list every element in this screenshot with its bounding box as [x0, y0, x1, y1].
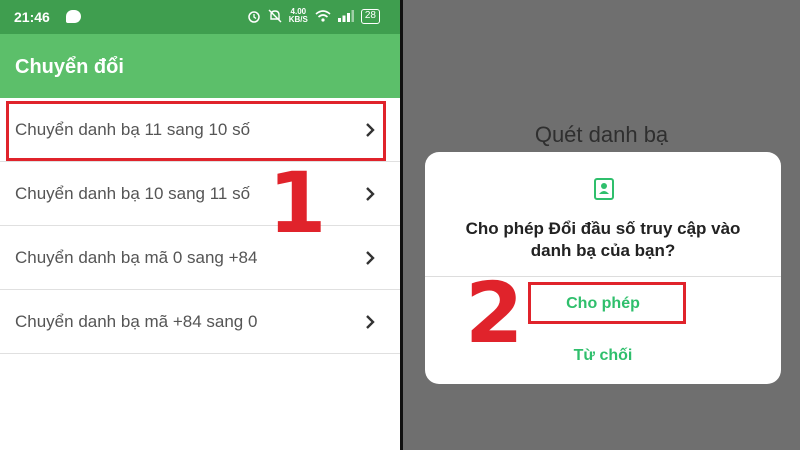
list-item-label: Chuyển danh bạ 10 sang 11 số: [15, 184, 251, 203]
status-icons: 4.00 KB/S 28: [247, 8, 380, 24]
list-item-84-to-0[interactable]: Chuyển danh bạ mã +84 sang 0: [0, 290, 400, 354]
status-bar: 21:46 4.00 KB/S 28: [0, 0, 400, 34]
battery-indicator: 28: [360, 8, 380, 24]
background-screen-title: Quét danh bạ: [534, 122, 669, 147]
permission-message: Cho phép Đổi đầu số truy cập vào danh bạ…: [465, 219, 741, 260]
signal-icon: [337, 10, 354, 22]
list-item-label: Chuyển danh bạ mã +84 sang 0: [15, 312, 258, 331]
step-2-highlight: [528, 282, 686, 324]
chevron-right-icon: [366, 315, 375, 329]
network-speed-unit: KB/S: [288, 15, 308, 24]
contacts-icon: [594, 178, 614, 200]
step-1-highlight: [6, 101, 386, 161]
list-item-0-to-84[interactable]: Chuyển danh bạ mã 0 sang +84: [0, 226, 400, 290]
line-app-icon: [66, 10, 81, 23]
left-screen: 21:46 4.00 KB/S 28 Chuyển đổi Chuyển dan…: [0, 0, 400, 450]
page-title: Chuyển đổi: [15, 56, 124, 78]
wifi-icon: [315, 10, 331, 22]
step-1-number: 1: [268, 154, 327, 252]
list-item-label: Chuyển danh bạ mã 0 sang +84: [15, 248, 258, 267]
step-2-number: 2: [465, 264, 524, 362]
chevron-right-icon: [366, 187, 375, 201]
alarm-icon: [248, 11, 260, 23]
right-screen: Quét danh bạ Cho phép Đổi đầu số truy cậ…: [403, 0, 800, 450]
mute-icon: [268, 9, 282, 23]
status-time: 21:46: [14, 9, 50, 25]
app-bar: Chuyển đổi: [0, 34, 400, 98]
list-item-10-to-11[interactable]: Chuyển danh bạ 10 sang 11 số: [0, 162, 400, 226]
network-speed: 4.00 KB/S: [289, 8, 308, 24]
chevron-right-icon: [366, 251, 375, 265]
